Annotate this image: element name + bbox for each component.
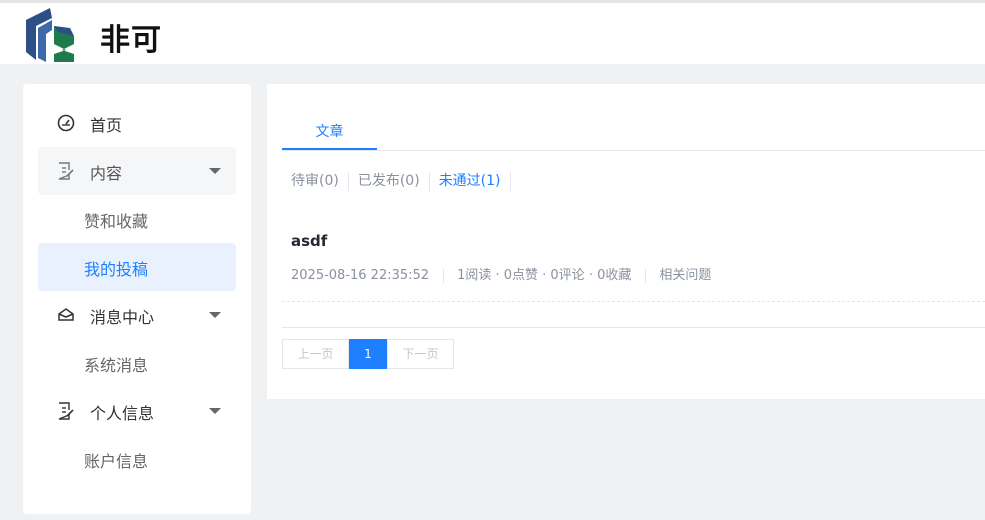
dashboard-icon: [57, 114, 75, 132]
sidebar-item-messages[interactable]: 消息中心: [38, 291, 236, 339]
top-navbar: 非可: [0, 0, 985, 64]
document-edit-icon: [58, 162, 74, 180]
sidebar-item-label: 我的投稿: [84, 260, 149, 279]
sidebar-item-content[interactable]: 内容: [38, 147, 236, 195]
sidebar: 首页 内容 赞和收藏 我的投稿 消息中心 系统消息 个人信息 账户信息: [23, 84, 251, 514]
article-meta: 2025-08-16 22:35:52 1阅读 · 0点赞 · 0评论 · 0收藏…: [291, 264, 711, 283]
pagination: 上一页 1 下一页: [282, 339, 454, 369]
next-page-button[interactable]: 下一页: [387, 339, 454, 369]
page-button-current[interactable]: 1: [349, 339, 387, 369]
tab-articles[interactable]: 文章: [282, 112, 377, 150]
divider: [645, 268, 647, 283]
related-questions-link[interactable]: 相关问题: [659, 264, 711, 283]
sidebar-item-profile[interactable]: 个人信息: [38, 387, 236, 435]
sidebar-item-label: 消息中心: [90, 308, 155, 327]
inbox-icon: [58, 308, 74, 321]
article-title[interactable]: asdf: [291, 232, 327, 250]
filter-published[interactable]: 已发布(0): [349, 172, 430, 191]
divider: [443, 268, 445, 283]
sidebar-item-label: 首页: [90, 116, 123, 135]
article-stats: 1阅读 · 0点赞 · 0评论 · 0收藏: [457, 268, 632, 283]
main-content: 文章 待审(0) 已发布(0) 未通过(1) asdf 2025-08-16 2…: [267, 84, 985, 399]
filter-rejected[interactable]: 未通过(1): [430, 172, 511, 191]
divider: [282, 327, 985, 328]
chevron-down-icon: [209, 312, 221, 318]
article-date: 2025-08-16 22:35:52: [291, 268, 430, 283]
sidebar-item-likes[interactable]: 赞和收藏: [38, 195, 236, 243]
filter-pending[interactable]: 待审(0): [282, 172, 349, 191]
sidebar-item-label: 内容: [90, 164, 123, 183]
sidebar-item-label: 个人信息: [90, 404, 155, 423]
chevron-down-icon: [209, 168, 221, 174]
sidebar-item-label: 赞和收藏: [84, 212, 149, 231]
chevron-down-icon: [209, 408, 221, 414]
list-item: asdf 2025-08-16 22:35:52 1阅读 · 0点赞 · 0评论 …: [282, 224, 985, 302]
status-filters: 待审(0) 已发布(0) 未通过(1): [282, 172, 511, 192]
sidebar-item-home[interactable]: 首页: [38, 99, 236, 147]
sidebar-item-label: 账户信息: [84, 452, 149, 471]
sidebar-item-system-messages[interactable]: 系统消息: [38, 339, 236, 387]
sidebar-item-my-posts[interactable]: 我的投稿: [38, 243, 236, 291]
sidebar-item-account[interactable]: 账户信息: [38, 435, 236, 483]
sidebar-item-label: 系统消息: [84, 356, 149, 375]
prev-page-button[interactable]: 上一页: [282, 339, 349, 369]
tab-divider: [282, 150, 985, 151]
brand-logo-icon[interactable]: [22, 6, 78, 64]
brand-name[interactable]: 非可: [100, 15, 162, 59]
document-edit-icon: [58, 402, 74, 420]
